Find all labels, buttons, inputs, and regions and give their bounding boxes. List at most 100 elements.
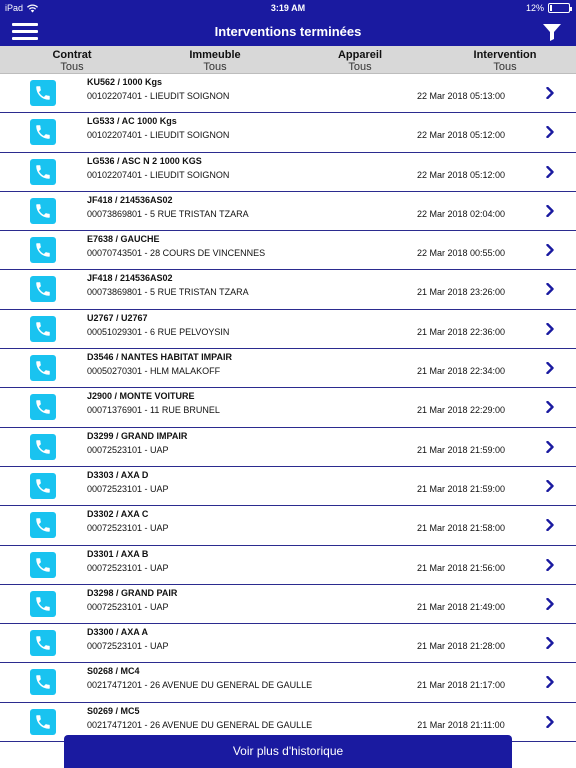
item-date: 21 Mar 2018 21:17:00 [416, 680, 506, 691]
item-subtitle: 00072523101 - UAP [87, 444, 169, 455]
phone-icon[interactable] [30, 119, 56, 146]
list-item[interactable]: LG536 / ASC N 2 1000 KGS 00102207401 - L… [0, 152, 576, 192]
item-title: D3546 / NANTES HABITAT IMPAIR [87, 352, 233, 363]
item-date: 21 Mar 2018 23:26:00 [416, 287, 506, 298]
item-subtitle: 00073869801 - 5 RUE TRISTAN TZARA [87, 287, 249, 298]
chevron-right-icon[interactable] [546, 519, 554, 532]
item-subtitle: 00102207401 - LIEUDIT SOIGNON [87, 130, 230, 141]
chevron-right-icon[interactable] [546, 597, 554, 610]
list-item[interactable]: D3298 / GRAND PAIR 00072523101 - UAP 21 … [0, 584, 576, 625]
list-item[interactable]: KU562 / 1000 Kgs 00102207401 - LIEUDIT S… [0, 74, 576, 114]
item-title: JF418 / 214536AS02 [87, 194, 173, 205]
item-title: D3299 / GRAND IMPAIR [87, 430, 188, 441]
chevron-right-icon[interactable] [546, 87, 554, 99]
item-title: S0269 / MC5 [87, 705, 140, 716]
item-subtitle: 00050270301 - HLM MALAKOFF [87, 366, 221, 377]
item-date: 22 Mar 2018 05:12:00 [416, 169, 506, 180]
phone-icon[interactable] [30, 197, 56, 224]
phone-icon[interactable] [30, 237, 56, 264]
list-item[interactable]: D3300 / AXA A 00072523101 - UAP 21 Mar 2… [0, 624, 576, 664]
list-item[interactable]: E7638 / GAUCHE 00070743501 - 28 COURS DE… [0, 231, 576, 271]
list-item[interactable]: D3299 / GRAND IMPAIR 00072523101 - UAP 2… [0, 427, 576, 467]
item-subtitle: 00070743501 - 28 COURS DE VINCENNES [87, 248, 266, 259]
phone-icon[interactable] [30, 433, 56, 460]
chevron-right-icon[interactable] [546, 676, 554, 689]
item-date: 21 Mar 2018 22:29:00 [416, 405, 506, 416]
item-title: KU562 / 1000 Kgs [87, 77, 163, 87]
phone-icon[interactable] [30, 80, 56, 106]
list-item[interactable]: U2767 / U2767 00051029301 - 6 RUE PELVOY… [0, 309, 576, 350]
item-subtitle: 00217471201 - 26 AVENUE DU GENERAL DE GA… [87, 680, 313, 691]
list-item[interactable]: LG533 / AC 1000 Kgs 00102207401 - LIEUDI… [0, 113, 576, 153]
battery-fill [550, 5, 552, 11]
list-item[interactable]: JF418 / 214536AS02 00073869801 - 5 RUE T… [0, 191, 576, 232]
item-date: 21 Mar 2018 21:58:00 [416, 523, 506, 534]
chevron-right-icon[interactable] [546, 322, 554, 335]
column-immeuble[interactable]: Immeuble Tous [175, 49, 255, 73]
item-date: 21 Mar 2018 21:56:00 [416, 562, 506, 573]
item-date: 22 Mar 2018 05:13:00 [416, 91, 506, 101]
column-intervention[interactable]: Intervention Tous [460, 49, 550, 73]
phone-icon[interactable] [30, 158, 56, 185]
column-contrat[interactable]: Contrat Tous [32, 49, 112, 73]
item-subtitle: 00072523101 - UAP [87, 483, 169, 494]
chevron-right-icon[interactable] [546, 479, 554, 492]
phone-icon[interactable] [30, 394, 56, 421]
chevron-right-icon[interactable] [546, 244, 554, 257]
phone-icon[interactable] [30, 276, 56, 303]
item-date: 21 Mar 2018 22:36:00 [416, 326, 506, 337]
phone-icon[interactable] [30, 315, 56, 342]
interventions-list: KU562 / 1000 Kgs 00102207401 - LIEUDIT S… [0, 74, 576, 743]
phone-icon[interactable] [30, 551, 56, 578]
phone-icon[interactable] [30, 708, 56, 735]
item-title: LG533 / AC 1000 Kgs [87, 116, 177, 127]
item-date: 21 Mar 2018 21:28:00 [416, 641, 506, 652]
status-time: 3:19 AM [270, 3, 306, 13]
list-item[interactable]: S0268 / MC4 00217471201 - 26 AVENUE DU G… [0, 663, 576, 703]
item-date: 22 Mar 2018 05:12:00 [416, 130, 506, 141]
nav-bar: Interventions terminées [0, 18, 576, 46]
item-title: D3302 / AXA C [87, 509, 149, 520]
chevron-right-icon[interactable] [546, 558, 554, 571]
list-item[interactable]: J2900 / MONTE VOITURE 00071376901 - 11 R… [0, 388, 576, 428]
phone-icon[interactable] [30, 355, 56, 382]
list-item[interactable]: D3546 / NANTES HABITAT IMPAIR 0005027030… [0, 349, 576, 389]
item-title: S0268 / MC4 [87, 666, 140, 677]
phone-icon[interactable] [30, 669, 56, 696]
filter-funnel-icon[interactable] [542, 22, 562, 42]
item-title: D3300 / AXA A [87, 627, 149, 638]
item-date: 21 Mar 2018 22:34:00 [416, 366, 506, 377]
chevron-right-icon[interactable] [546, 401, 554, 414]
phone-icon[interactable] [30, 472, 56, 499]
phone-icon[interactable] [30, 630, 56, 657]
item-subtitle: 00102207401 - LIEUDIT SOIGNON [87, 169, 230, 180]
list-item[interactable]: D3301 / AXA B 00072523101 - UAP 21 Mar 2… [0, 545, 576, 585]
chevron-right-icon[interactable] [546, 362, 554, 375]
phone-icon[interactable] [30, 590, 56, 617]
list-item[interactable]: D3302 / AXA C 00072523101 - UAP 21 Mar 2… [0, 506, 576, 546]
item-title: U2767 / U2767 [87, 312, 148, 323]
chevron-right-icon[interactable] [546, 715, 554, 728]
item-subtitle: 00102207401 - LIEUDIT SOIGNON [87, 91, 230, 101]
page-title: Interventions terminées [214, 24, 362, 39]
item-date: 21 Mar 2018 21:49:00 [416, 601, 506, 612]
status-bar: iPad 3:19 AM 12% [0, 0, 576, 18]
chevron-right-icon[interactable] [546, 126, 554, 139]
chevron-right-icon[interactable] [546, 440, 554, 453]
load-more-history-button[interactable]: Voir plus d'historique [64, 735, 512, 768]
chevron-right-icon[interactable] [546, 637, 554, 650]
phone-icon[interactable] [30, 512, 56, 539]
item-title: D3303 / AXA D [87, 469, 149, 480]
list-item[interactable]: JF418 / 214536AS02 00073869801 - 5 RUE T… [0, 270, 576, 310]
chevron-right-icon[interactable] [546, 283, 554, 296]
chevron-right-icon[interactable] [546, 165, 554, 178]
item-subtitle: 00072523101 - UAP [87, 601, 169, 612]
list-item[interactable]: D3303 / AXA D 00072523101 - UAP 21 Mar 2… [0, 466, 576, 507]
item-date: 21 Mar 2018 21:11:00 [417, 719, 505, 730]
column-appareil[interactable]: Appareil Tous [320, 49, 400, 73]
battery-percent: 12% [525, 3, 544, 13]
item-date: 21 Mar 2018 21:59:00 [416, 483, 506, 494]
chevron-right-icon[interactable] [546, 204, 554, 217]
item-subtitle: 00072523101 - UAP [87, 562, 169, 573]
item-title: JF418 / 214536AS02 [87, 273, 173, 284]
